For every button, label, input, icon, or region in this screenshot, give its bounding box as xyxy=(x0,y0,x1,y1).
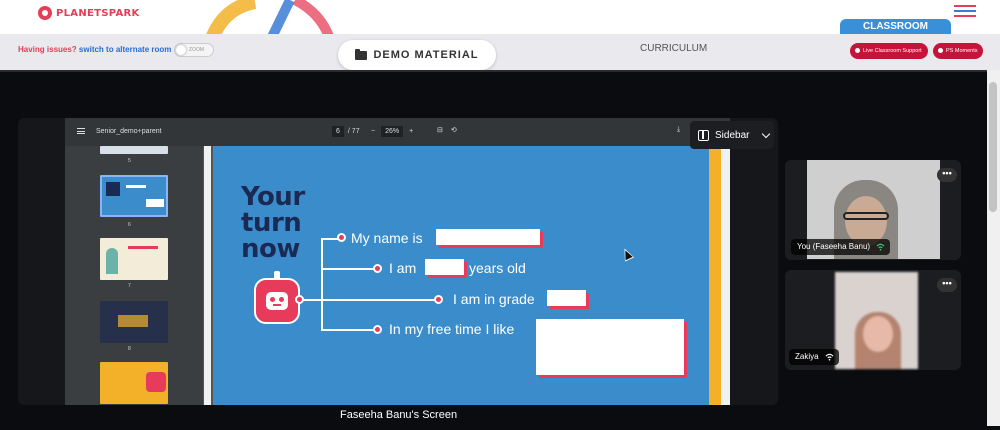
rotate-icon[interactable]: ⟲ xyxy=(451,126,457,134)
logo-text: PLANETSPARK xyxy=(56,7,140,19)
connector-dot xyxy=(373,325,382,334)
sidebar-toggle-button[interactable]: Sidebar xyxy=(690,121,774,149)
sidebar-label: Sidebar xyxy=(715,129,750,141)
demo-material-button[interactable]: DEMO MATERIAL xyxy=(338,40,496,70)
prompt-age: I am xyxy=(389,260,417,276)
live-classroom-support-button[interactable]: Live Classroom Support xyxy=(850,43,928,59)
ps-moments-button[interactable]: PS Moments xyxy=(933,43,984,59)
answer-box-grade xyxy=(547,290,586,306)
connector-line xyxy=(321,329,377,331)
thumbnail-label: 7 xyxy=(128,283,131,289)
answer-box-free-time xyxy=(536,319,684,375)
participant-name-tag: You (Faseeha Banu) xyxy=(791,239,891,255)
slide-title-line: now xyxy=(241,234,300,264)
thumbnail-line xyxy=(128,246,158,249)
pdf-thumbnail-sidebar: 5 6 7 8 xyxy=(65,146,203,405)
zoom-out-button[interactable]: − xyxy=(371,128,375,135)
pdf-document-name: Senior_demo+parent xyxy=(96,128,162,135)
thumbnail-title-mark xyxy=(106,182,120,196)
pdf-toolbar: Senior_demo+parent 6 / 77 − 26% + ⊟ ⟲ ⤓ xyxy=(65,118,730,146)
connector-dot xyxy=(295,295,304,304)
prompt-free-time: In my free time I like xyxy=(389,321,515,337)
pdf-zoom-controls: − 26% + xyxy=(371,126,413,137)
participant-glasses xyxy=(843,212,889,220)
pdf-menu-icon[interactable] xyxy=(77,128,85,134)
thumbnail-7[interactable] xyxy=(100,238,168,280)
thumbnail-shape xyxy=(118,315,148,327)
zoom-toggle[interactable]: ZOOM xyxy=(174,43,214,57)
curriculum-tab[interactable]: CURRICULUM xyxy=(640,43,707,54)
connector-line xyxy=(321,238,323,330)
pdf-total-pages: / 77 xyxy=(347,128,360,135)
pdf-page-input[interactable]: 6 xyxy=(332,126,344,137)
participant-name-tag: Zakiya xyxy=(789,349,839,365)
classroom-tab[interactable]: CLASSROOM xyxy=(840,19,951,41)
thumbnail-figure xyxy=(106,248,118,274)
thumbnail-shape xyxy=(146,372,166,392)
thumbnail-label: 5 xyxy=(128,158,131,164)
thumbnail-label: 6 xyxy=(128,222,131,228)
robot-antenna xyxy=(274,271,280,278)
wifi-icon xyxy=(825,353,834,361)
connector-dot xyxy=(434,295,443,304)
hamburger-menu-icon[interactable] xyxy=(954,5,976,17)
robot-face xyxy=(266,292,288,310)
thumbnail-box xyxy=(146,199,164,207)
connector-line xyxy=(321,268,377,270)
more-options-icon[interactable]: ••• xyxy=(937,278,957,292)
thumbnail-9[interactable] xyxy=(100,362,168,404)
prompt-grade: I am in grade xyxy=(453,291,535,307)
connector-dot xyxy=(337,233,346,242)
demo-material-label: DEMO MATERIAL xyxy=(373,49,479,61)
slide-border xyxy=(709,146,721,405)
slide-title: Your turn now xyxy=(241,184,305,262)
issue-notice: Having issues? switch to alternate room xyxy=(18,45,171,54)
thumbnail-6[interactable] xyxy=(100,175,168,217)
zoom-in-button[interactable]: + xyxy=(409,128,413,135)
download-icon[interactable]: ⤓ xyxy=(677,126,680,134)
connector-dot xyxy=(373,264,382,273)
slide-title-line: Your xyxy=(241,182,305,212)
thumbnail-8[interactable] xyxy=(100,301,168,343)
page-scrollbar-thumb[interactable] xyxy=(989,82,997,212)
robot-mouth xyxy=(273,304,281,306)
participant-name: Zakiya xyxy=(795,352,819,361)
more-options-icon[interactable]: ••• xyxy=(937,168,957,182)
participant-name: You (Faseeha Banu) xyxy=(797,242,871,251)
answer-box-name xyxy=(436,229,540,245)
thumbnail-label: 8 xyxy=(128,346,131,352)
thumbnail-scrollbar[interactable] xyxy=(204,146,211,405)
planetspark-logo[interactable]: PLANETSPARK xyxy=(38,6,140,20)
participant-video xyxy=(835,272,918,369)
wifi-icon xyxy=(876,243,885,251)
robot-icon xyxy=(254,271,300,324)
prompt-years-old: years old xyxy=(469,260,526,276)
pdf-page-indicator: 6 / 77 xyxy=(332,126,360,137)
alternate-room-link[interactable]: switch to alternate room xyxy=(79,45,171,54)
zoom-level[interactable]: 26% xyxy=(381,126,404,137)
bottom-edge xyxy=(0,426,1000,430)
slide-title-line: turn xyxy=(241,208,302,238)
prompt-name: My name is xyxy=(351,230,423,246)
screen-share-caption: Faseeha Banu's Screen xyxy=(340,409,458,421)
folder-icon xyxy=(355,48,368,60)
connector-line xyxy=(321,299,438,301)
logo-icon xyxy=(38,6,52,20)
answer-box-age xyxy=(425,259,464,275)
thumbnail-line xyxy=(126,185,146,188)
pdf-view-tools: ⊟ ⟲ xyxy=(437,126,457,134)
participant-face xyxy=(863,316,893,352)
fit-page-icon[interactable]: ⊟ xyxy=(437,126,443,134)
chevron-down-icon xyxy=(762,129,771,138)
robot-eye xyxy=(279,297,284,302)
pdf-scrollbar[interactable] xyxy=(721,146,730,405)
sidebar-icon xyxy=(698,129,709,141)
thumbnail-5[interactable] xyxy=(100,146,168,154)
issue-question: Having issues? xyxy=(18,45,77,54)
robot-eye xyxy=(270,297,275,302)
